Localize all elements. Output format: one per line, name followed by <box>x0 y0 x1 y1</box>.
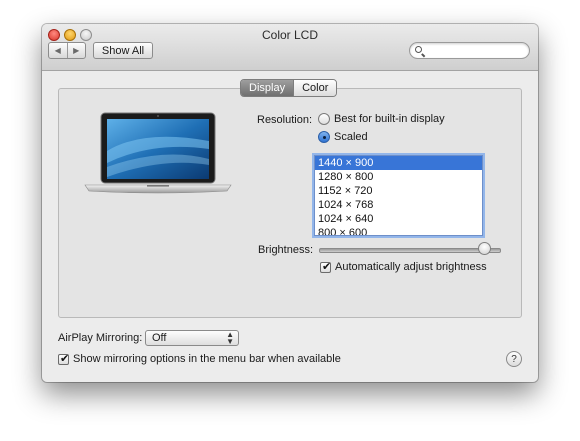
popup-arrows-icon: ▲ ▼ <box>226 330 234 346</box>
auto-brightness-label: Automatically adjust brightness <box>335 261 487 273</box>
resolution-item[interactable]: 1024 × 640 <box>315 212 482 226</box>
best-for-display-radio[interactable] <box>318 113 330 125</box>
show-mirroring-label: Show mirroring options in the menu bar w… <box>73 353 341 365</box>
scaled-option[interactable]: Scaled <box>318 131 368 143</box>
search-icon <box>415 46 422 53</box>
resolution-item[interactable]: 800 × 600 <box>315 226 482 235</box>
search-input[interactable] <box>409 42 530 59</box>
preferences-window: Color LCD ◀ ▶ Show All Display Color Res… <box>42 24 538 382</box>
pane-content: Display Color Resolution: Best for built… <box>42 71 538 382</box>
airplay-mirroring-value: Off <box>152 332 167 344</box>
resolution-item[interactable]: 1152 × 720 <box>315 184 482 198</box>
auto-brightness-checkbox[interactable] <box>320 260 331 273</box>
best-for-display-option[interactable]: Best for built-in display <box>318 113 445 125</box>
show-all-button[interactable]: Show All <box>93 42 153 59</box>
auto-brightness-option[interactable]: Automatically adjust brightness <box>320 260 487 273</box>
macbook-air-icon <box>84 112 232 194</box>
chevron-left-icon[interactable]: ◀ <box>49 43 67 58</box>
tab-color[interactable]: Color <box>293 80 337 96</box>
best-for-display-label: Best for built-in display <box>334 113 445 125</box>
window-title: Color LCD <box>261 28 318 42</box>
scaled-radio[interactable] <box>318 131 330 143</box>
tab-bar: Display Color <box>240 79 338 97</box>
title-bar: Color LCD ◀ ▶ Show All <box>42 24 538 71</box>
brightness-slider-track[interactable] <box>319 248 501 253</box>
scaled-label: Scaled <box>334 131 368 143</box>
airplay-mirroring-label: AirPlay Mirroring: <box>58 332 143 344</box>
back-forward-control: ◀ ▶ <box>48 42 86 59</box>
resolution-list[interactable]: 1440 × 900 1280 × 800 1152 × 720 1024 × … <box>314 155 483 236</box>
help-button[interactable]: ? <box>506 351 522 367</box>
show-mirroring-option[interactable]: Show mirroring options in the menu bar w… <box>58 352 341 365</box>
resolution-item[interactable]: 1280 × 800 <box>315 170 482 184</box>
resolution-item[interactable]: 1440 × 900 <box>315 156 482 170</box>
resolution-label: Resolution: <box>257 114 313 126</box>
brightness-label: Brightness: <box>258 244 314 256</box>
airplay-mirroring-popup[interactable]: Off ▲ ▼ <box>145 330 239 346</box>
resolution-item[interactable]: 1024 × 768 <box>315 198 482 212</box>
chevron-right-icon[interactable]: ▶ <box>66 43 86 58</box>
show-mirroring-checkbox[interactable] <box>58 352 69 365</box>
tab-display[interactable]: Display <box>241 80 294 96</box>
